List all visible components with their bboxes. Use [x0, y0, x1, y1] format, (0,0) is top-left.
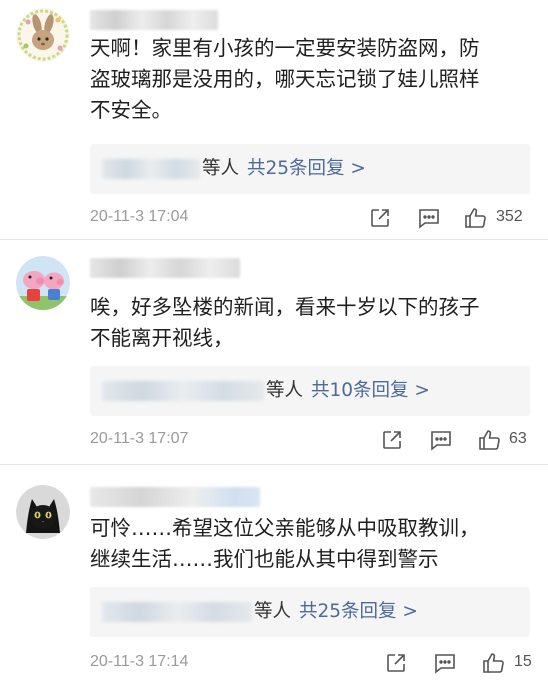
comment-text: 唉，好多坠楼的新闻，看来十岁以下的孩子 不能离开视线，	[90, 292, 530, 354]
comment-item: 唉，好多坠楼的新闻，看来十岁以下的孩子 不能离开视线， 等人 共10条回复 > 2…	[0, 240, 548, 465]
share-icon[interactable]	[380, 428, 404, 452]
comment-text-line: 不能离开视线，	[90, 326, 234, 350]
comment-item: 可怜……希望这位父亲能够从中吸取教训， 继续生活……我们也能从其中得到警示 等人…	[0, 465, 548, 683]
reply-count-link[interactable]: 共25条回复 >	[247, 158, 366, 179]
comment-text-line: 继续生活……我们也能从其中得到警示	[90, 547, 439, 571]
username-blurred[interactable]	[90, 487, 260, 507]
comment-icon[interactable]	[429, 428, 453, 452]
comment-text-line: 可怜……希望这位父亲能够从中吸取教训，	[90, 516, 480, 540]
timestamp: 20-11-3 17:07	[90, 430, 189, 447]
comment-text: 可怜……希望这位父亲能够从中吸取教训， 继续生活……我们也能从其中得到警示	[90, 513, 530, 575]
comment-icon[interactable]	[433, 651, 457, 675]
comment-icon[interactable]	[417, 206, 441, 230]
share-icon[interactable]	[368, 206, 392, 230]
share-icon[interactable]	[384, 651, 408, 675]
reply-others-label: 等人	[266, 380, 304, 401]
reply-others-label: 等人	[254, 601, 292, 622]
reply-others-label: 等人	[202, 158, 240, 179]
username-blurred[interactable]	[90, 10, 218, 30]
comment-text-line: 不安全。	[90, 98, 172, 122]
reply-usernames-blurred	[102, 159, 200, 179]
avatar[interactable]	[16, 256, 70, 310]
like-count: 352	[496, 208, 523, 225]
comment-meta: 20-11-3 17:04 352	[90, 206, 530, 232]
comment-text-line: 天啊！家里有小孩的一定要安装防盗网，防	[90, 36, 480, 60]
like-count: 15	[514, 653, 532, 670]
comment-text: 天啊！家里有小孩的一定要安装防盗网，防 盗玻璃那是没用的，哪天忘记锁了娃儿照样 …	[90, 33, 530, 126]
reply-usernames-blurred	[102, 602, 252, 622]
timestamp: 20-11-3 17:04	[90, 208, 189, 225]
reply-count-link[interactable]: 共25条回复 >	[299, 601, 418, 622]
thumbs-up-icon[interactable]	[482, 651, 506, 675]
reply-preview[interactable]: 等人 共10条回复 >	[90, 366, 530, 416]
reply-preview[interactable]: 等人 共25条回复 >	[90, 144, 530, 194]
thumbs-up-icon[interactable]	[464, 206, 488, 230]
reply-usernames-blurred	[102, 381, 264, 401]
reply-count-link[interactable]: 共10条回复 >	[311, 380, 430, 401]
comment-text-line: 盗玻璃那是没用的，哪天忘记锁了娃儿照样	[90, 67, 480, 91]
reply-preview[interactable]: 等人 共25条回复 >	[90, 587, 530, 637]
avatar[interactable]	[16, 8, 70, 62]
comment-meta: 20-11-3 17:07 63	[90, 428, 530, 454]
timestamp: 20-11-3 17:14	[90, 653, 189, 670]
comment-item: 天啊！家里有小孩的一定要安装防盗网，防 盗玻璃那是没用的，哪天忘记锁了娃儿照样 …	[0, 0, 548, 240]
username-blurred[interactable]	[90, 258, 240, 278]
avatar[interactable]	[16, 485, 70, 539]
comment-meta: 20-11-3 17:14 15	[90, 651, 532, 677]
comment-text-line: 唉，好多坠楼的新闻，看来十岁以下的孩子	[90, 295, 480, 319]
like-count: 63	[509, 430, 527, 447]
thumbs-up-icon[interactable]	[478, 428, 502, 452]
